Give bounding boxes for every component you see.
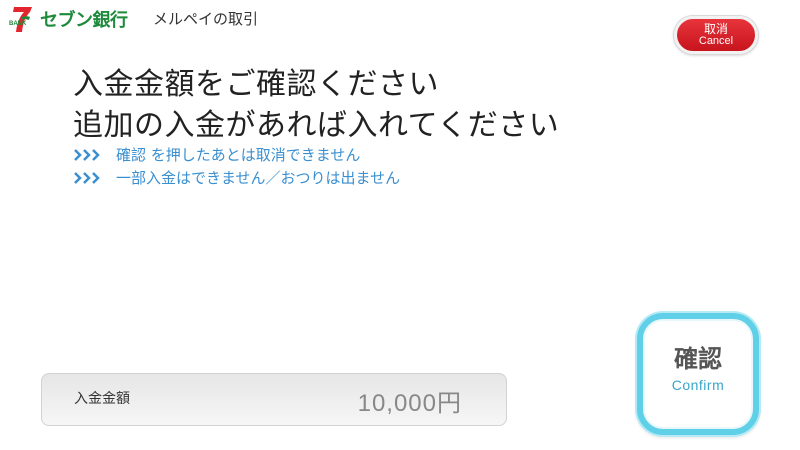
confirm-button-label-jp: 確認 [674, 345, 722, 373]
note-text: 確認 を押したあとは取消できません [116, 146, 361, 164]
cancel-button-label-en: Cancel [698, 35, 734, 47]
deposit-amount-value: 10,000円 [357, 390, 462, 417]
deposit-amount-display: 入金金額 10,000円 [41, 373, 507, 426]
instruction-heading-line1: 入金金額をご確認ください [73, 67, 439, 102]
seven-bank-logo-icon: BANK [8, 4, 38, 34]
note-text: 一部入金はできません／おつりは出ません [116, 169, 401, 187]
triple-chevron-right-icon [74, 148, 104, 162]
deposit-confirmation-screen: BANK セブン銀行 メルペイの取引 取消 Cancel 入金金額をご確認くださ… [0, 0, 800, 450]
cancel-button[interactable]: 取消 Cancel [674, 16, 758, 54]
page-title: メルペイの取引 [153, 10, 259, 28]
note-item: 確認 を押したあとは取消できません [74, 144, 360, 165]
svg-text:BANK: BANK [9, 21, 27, 27]
confirm-button-label-en: Confirm [671, 377, 725, 393]
brand-name: セブン銀行 [40, 10, 128, 31]
deposit-amount-label: 入金金額 [74, 391, 130, 407]
instruction-heading-line2: 追加の入金があれば入れてください [73, 108, 560, 143]
triple-chevron-right-icon [74, 171, 104, 185]
brand-header: BANK セブン銀行 [8, 4, 128, 34]
note-item: 一部入金はできません／おつりは出ません [74, 167, 400, 188]
confirm-button[interactable]: 確認 Confirm [637, 313, 759, 435]
cancel-button-label-jp: 取消 [703, 22, 728, 36]
